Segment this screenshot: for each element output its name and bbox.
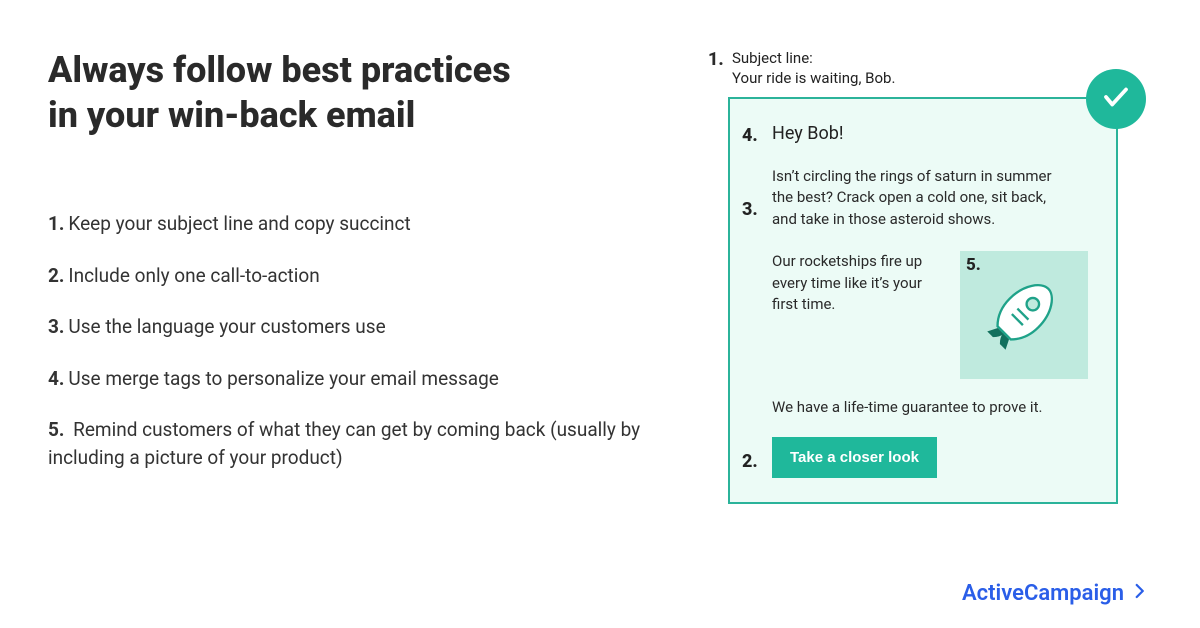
subject-line: Your ride is waiting, Bob. <box>732 68 895 88</box>
example-subject-row: 1. Subject line: Your ride is waiting, B… <box>708 48 1152 89</box>
tip-number: 5. <box>48 418 64 441</box>
tip-item-1: 1.Keep your subject line and copy succin… <box>48 210 664 238</box>
tip-item-2: 2.Include only one call-to-action <box>48 262 664 290</box>
tips-list: 1.Keep your subject line and copy succin… <box>48 210 664 471</box>
tip-text: Remind customers of what they can get by… <box>48 418 640 469</box>
cta-button[interactable]: Take a closer look <box>772 437 937 478</box>
callout-4: 4. <box>742 125 758 146</box>
subject-label: Subject line: <box>732 48 895 68</box>
tip-number: 4. <box>48 367 64 390</box>
tip-text: Use the language your customers use <box>68 315 385 338</box>
tip-item-3: 3.Use the language your customers use <box>48 313 664 341</box>
example-email-card: 4. 3. 2. Hey Bob! Isn’t circling the rin… <box>728 97 1118 504</box>
tip-text: Include only one call-to-action <box>68 264 319 287</box>
tip-number: 3. <box>48 315 64 338</box>
callout-5: 5. <box>966 255 981 275</box>
rocket-icon <box>985 274 1063 356</box>
email-greeting: Hey Bob! <box>772 123 1088 144</box>
brand-logo: ActiveCampaign <box>962 581 1148 606</box>
tip-text: Use merge tags to personalize your email… <box>68 367 498 390</box>
email-paragraph-3: We have a life-time guarantee to prove i… <box>772 397 1088 419</box>
check-icon <box>1101 82 1131 116</box>
product-image-box: 5. <box>960 251 1088 379</box>
heading-line-1: Always follow best practices <box>48 49 511 91</box>
tip-item-5: 5. Remind customers of what they can get… <box>48 416 664 471</box>
heading-line-2: in your win-back email <box>48 94 415 136</box>
success-badge <box>1086 69 1146 129</box>
email-paragraph-1: Isn’t circling the rings of saturn in su… <box>772 166 1052 231</box>
callout-1: 1. <box>708 48 732 72</box>
tip-number: 1. <box>48 212 64 235</box>
tip-text: Keep your subject line and copy succinct <box>68 212 410 235</box>
callout-2: 2. <box>742 451 758 472</box>
page-heading: Always follow best practices in your win… <box>48 48 664 138</box>
chevron-right-icon <box>1130 581 1148 606</box>
tip-item-4: 4.Use merge tags to personalize your ema… <box>48 365 664 393</box>
callout-3: 3. <box>742 199 758 220</box>
email-paragraph-2: Our rocketships fire up every time like … <box>772 251 946 316</box>
brand-wordmark: ActiveCampaign <box>962 581 1124 606</box>
tip-number: 2. <box>48 264 64 287</box>
